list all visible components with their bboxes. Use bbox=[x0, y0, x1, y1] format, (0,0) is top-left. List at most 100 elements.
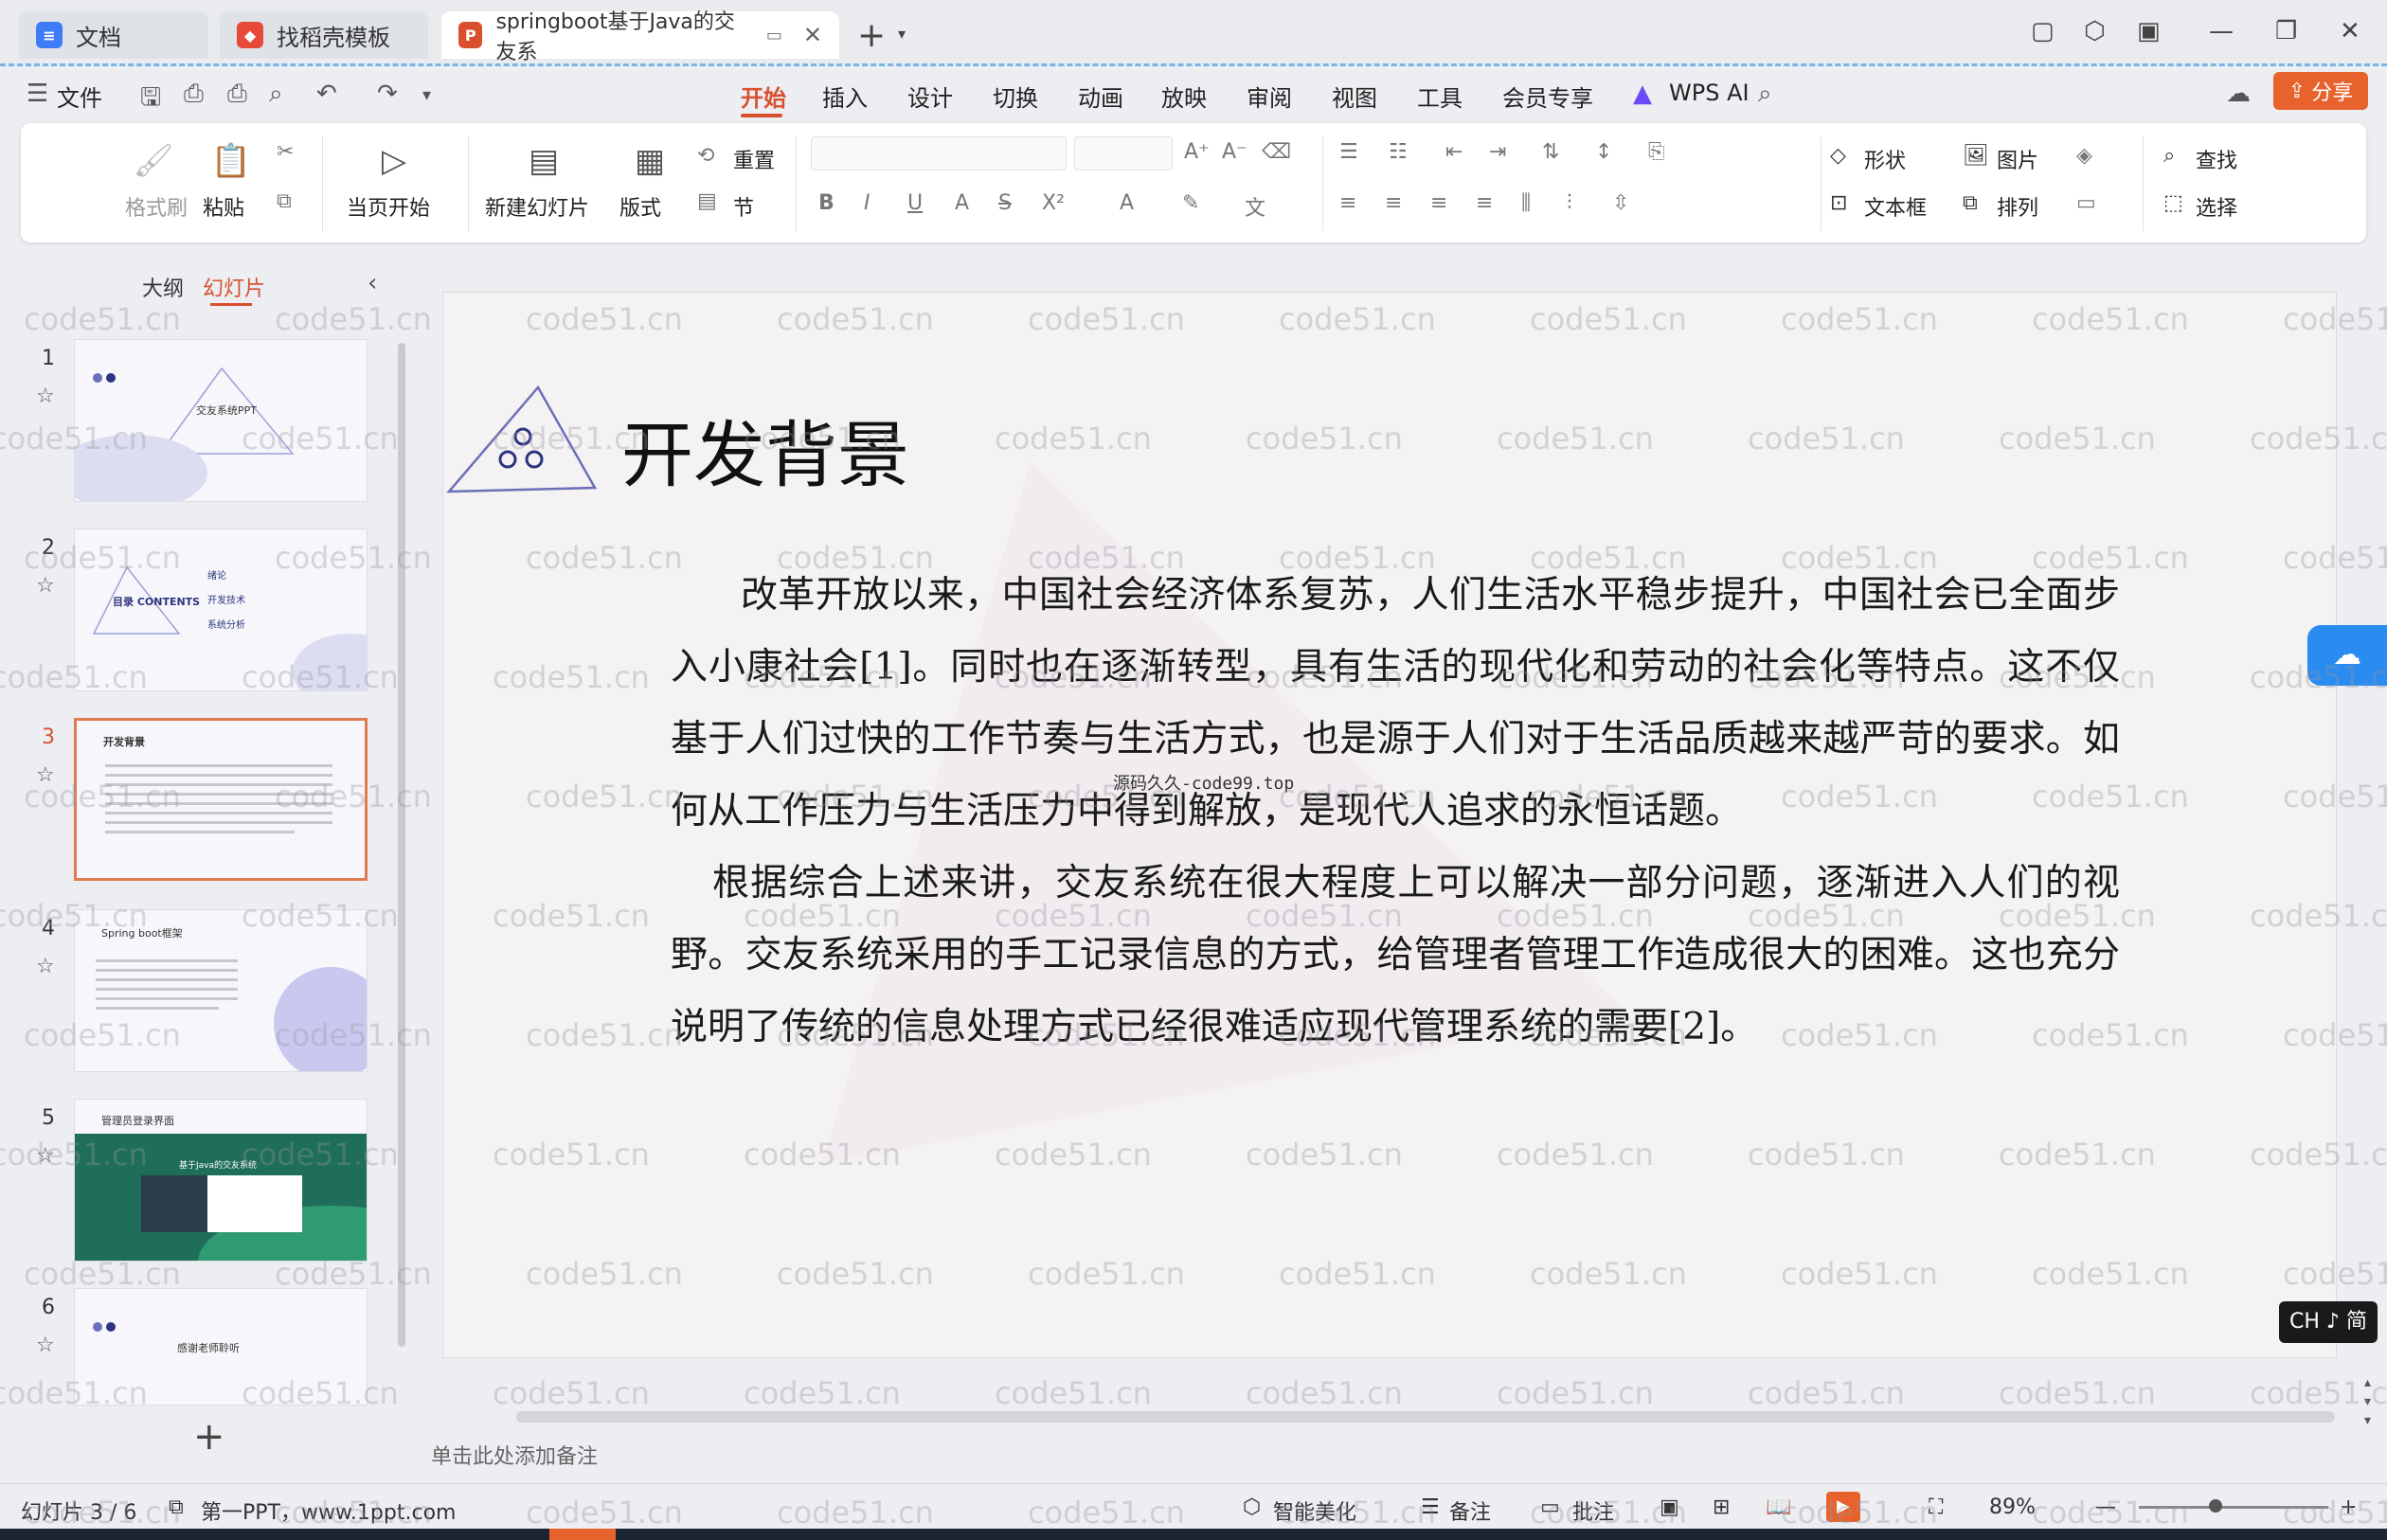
grid-view-icon[interactable]: ⊞ bbox=[1713, 1495, 1730, 1519]
justify-icon[interactable]: ≡ bbox=[1476, 191, 1493, 215]
new-slide-button[interactable]: 新建幻灯片 bbox=[485, 191, 589, 222]
shape-button[interactable]: 形状 bbox=[1864, 144, 1906, 174]
star-icon[interactable]: ☆ bbox=[36, 1144, 55, 1168]
add-slide-icon[interactable]: + bbox=[193, 1415, 225, 1459]
slide-title[interactable]: 开发背景 bbox=[621, 397, 909, 501]
menu-file[interactable]: 文件 bbox=[57, 80, 102, 113]
layout-button[interactable]: 版式 bbox=[619, 191, 661, 222]
slide-canvas[interactable]: 开发背景 改革开放以来，中国社会经济体系复苏，人们生活水平稳步提升，中国社会已全… bbox=[442, 292, 2337, 1358]
slide-thumbnail-2[interactable]: 目录 CONTENTS 绪论 开发技术 系统分析 bbox=[74, 528, 368, 691]
menu-review[interactable]: 审阅 bbox=[1247, 80, 1292, 113]
align-center-icon[interactable]: ≡ bbox=[1385, 191, 1402, 215]
columns-icon[interactable]: ⫶ bbox=[1567, 191, 1572, 215]
star-icon[interactable]: ☆ bbox=[36, 574, 55, 598]
format-painter-button[interactable]: 格式刷 bbox=[125, 191, 188, 222]
close-window-icon[interactable]: ✕ bbox=[2340, 17, 2360, 45]
zoom-in-icon[interactable]: + bbox=[2340, 1495, 2357, 1519]
search-icon[interactable]: ⌕ bbox=[1758, 80, 1772, 109]
zoom-level[interactable]: 89% bbox=[1989, 1495, 2036, 1519]
menu-home[interactable]: 开始 bbox=[741, 80, 786, 113]
notes-button[interactable]: 备注 bbox=[1449, 1495, 1491, 1526]
slide-thumbnail-4[interactable]: Spring boot框架 bbox=[74, 909, 368, 1072]
thumbnail-scrollbar[interactable] bbox=[398, 343, 405, 1347]
collapse-icon[interactable]: ‹ bbox=[368, 269, 377, 297]
distribute-icon[interactable]: ⫼ bbox=[1521, 191, 1531, 215]
tab-docs[interactable]: ≡ 文档 bbox=[19, 11, 208, 59]
layout-icon[interactable]: ▢ bbox=[2031, 17, 2055, 45]
tab-presentation[interactable]: P springboot基于Java的交友系 ▭ ✕ bbox=[441, 10, 839, 64]
reset-button[interactable]: 重置 bbox=[733, 144, 775, 174]
menu-transition[interactable]: 切换 bbox=[993, 80, 1038, 113]
export-icon[interactable]: ⎙ bbox=[184, 80, 204, 109]
notes-placeholder[interactable]: 单击此处添加备注 bbox=[431, 1440, 598, 1470]
clear-format-icon[interactable]: ⌫ bbox=[1262, 140, 1291, 164]
arrange-button[interactable]: 排列 bbox=[1997, 191, 2038, 222]
cloud-collab-icon[interactable]: ☁ bbox=[2307, 625, 2387, 686]
window-icon[interactable]: ▭ bbox=[766, 26, 782, 45]
superscript-icon[interactable]: X² bbox=[1042, 191, 1065, 215]
play-slideshow-button[interactable]: ▶ bbox=[1826, 1492, 1860, 1522]
scroll-arrows[interactable]: ▴ ▾ ▾ bbox=[2364, 1373, 2371, 1430]
menu-wps-ai[interactable]: WPS AI bbox=[1669, 80, 1750, 106]
chevron-down-icon[interactable]: ▾ bbox=[898, 25, 906, 43]
numbering-icon[interactable]: ☷ bbox=[1389, 140, 1408, 164]
copy-icon[interactable]: ⧉ bbox=[277, 189, 292, 213]
fit-window-icon[interactable]: ⛶ bbox=[1929, 1495, 1943, 1519]
font-family-select[interactable] bbox=[811, 136, 1067, 170]
shrink-font-icon[interactable]: A⁻ bbox=[1222, 140, 1247, 164]
print-preview-icon[interactable]: ⌕ bbox=[269, 80, 283, 109]
increase-indent-icon[interactable]: ⇥ bbox=[1489, 140, 1506, 164]
textbox-button[interactable]: 文本框 bbox=[1864, 191, 1927, 222]
cloud-upload-icon[interactable]: ☁ bbox=[2226, 80, 2251, 108]
slide-thumbnail-5[interactable]: 管理员登录界面 基于Java的交友系统 bbox=[74, 1099, 368, 1262]
italic-icon[interactable]: I bbox=[864, 191, 870, 215]
convert-icon[interactable]: ⎘ bbox=[1648, 140, 1665, 164]
grow-font-icon[interactable]: A⁺ bbox=[1184, 140, 1210, 164]
chevron-down-icon[interactable]: ▾ bbox=[422, 85, 431, 105]
slide-paragraph-1[interactable]: 改革开放以来，中国社会经济体系复苏，人们生活水平稳步提升，中国社会已全面步入小康… bbox=[671, 560, 2120, 848]
beautify-button[interactable]: 智能美化 bbox=[1273, 1495, 1356, 1526]
normal-view-icon[interactable]: ▣ bbox=[1660, 1495, 1679, 1519]
zoom-slider-thumb[interactable] bbox=[2209, 1499, 2222, 1513]
outline-icon[interactable]: ▭ bbox=[2076, 191, 2096, 215]
hamburger-icon[interactable]: ☰ bbox=[27, 80, 48, 108]
horizontal-scrollbar[interactable] bbox=[516, 1411, 2335, 1423]
theme-name[interactable]: 第一PPT，www.1ppt.com bbox=[201, 1495, 456, 1526]
save-icon[interactable]: 🖫 bbox=[140, 80, 161, 121]
reading-view-icon[interactable]: 📖 bbox=[1766, 1495, 1791, 1519]
star-icon[interactable]: ☆ bbox=[36, 385, 55, 408]
zoom-out-icon[interactable]: — bbox=[2095, 1495, 2116, 1519]
cube-icon[interactable]: ⬡ bbox=[2084, 17, 2106, 45]
find-button[interactable]: 查找 bbox=[2196, 144, 2237, 174]
strikethrough-icon[interactable]: S bbox=[998, 191, 1012, 215]
menu-member[interactable]: 会员专享 bbox=[1502, 80, 1593, 113]
taskbar-app[interactable] bbox=[549, 1529, 616, 1540]
align-left-icon[interactable]: ≡ bbox=[1339, 191, 1356, 215]
undo-icon[interactable]: ↶ bbox=[316, 80, 337, 108]
start-from-current-button[interactable]: 当页开始 bbox=[347, 191, 430, 222]
menu-view[interactable]: 视图 bbox=[1332, 80, 1377, 113]
tab-slides[interactable]: 幻灯片 bbox=[203, 272, 265, 302]
valign-icon[interactable]: ⇳ bbox=[1612, 191, 1629, 215]
new-tab-icon[interactable]: + bbox=[857, 16, 886, 55]
shadow-icon[interactable]: A bbox=[955, 191, 969, 215]
star-icon[interactable]: ☆ bbox=[36, 763, 55, 787]
slide-thumbnail-1[interactable]: 交友系统PPT bbox=[74, 339, 368, 502]
bold-icon[interactable]: B bbox=[818, 191, 835, 215]
menu-slideshow[interactable]: 放映 bbox=[1161, 80, 1207, 113]
highlight-icon[interactable]: ✎ bbox=[1182, 191, 1199, 215]
bullets-icon[interactable]: ☰ bbox=[1339, 140, 1358, 164]
star-icon[interactable]: ☆ bbox=[36, 955, 55, 978]
slide-paragraph-2[interactable]: 根据综合上述来讲，交友系统在很大程度上可以解决一部分问题，逐渐进入人们的视野。交… bbox=[671, 848, 2120, 1064]
fill-icon[interactable]: ◈ bbox=[2076, 144, 2092, 168]
maximize-icon[interactable]: ❐ bbox=[2275, 17, 2297, 45]
menu-animation[interactable]: 动画 bbox=[1078, 80, 1123, 113]
slide-thumbnail-6[interactable]: 感谢老师聆听 bbox=[74, 1288, 368, 1406]
section-button[interactable]: 节 bbox=[733, 191, 754, 222]
menu-design[interactable]: 设计 bbox=[907, 80, 953, 113]
tab-outline[interactable]: 大纲 bbox=[142, 272, 184, 302]
print-icon[interactable]: ⎙ bbox=[227, 80, 247, 109]
comments-button[interactable]: 批注 bbox=[1572, 1495, 1614, 1526]
font-size-select[interactable] bbox=[1074, 136, 1173, 170]
redo-icon[interactable]: ↷ bbox=[377, 80, 398, 108]
